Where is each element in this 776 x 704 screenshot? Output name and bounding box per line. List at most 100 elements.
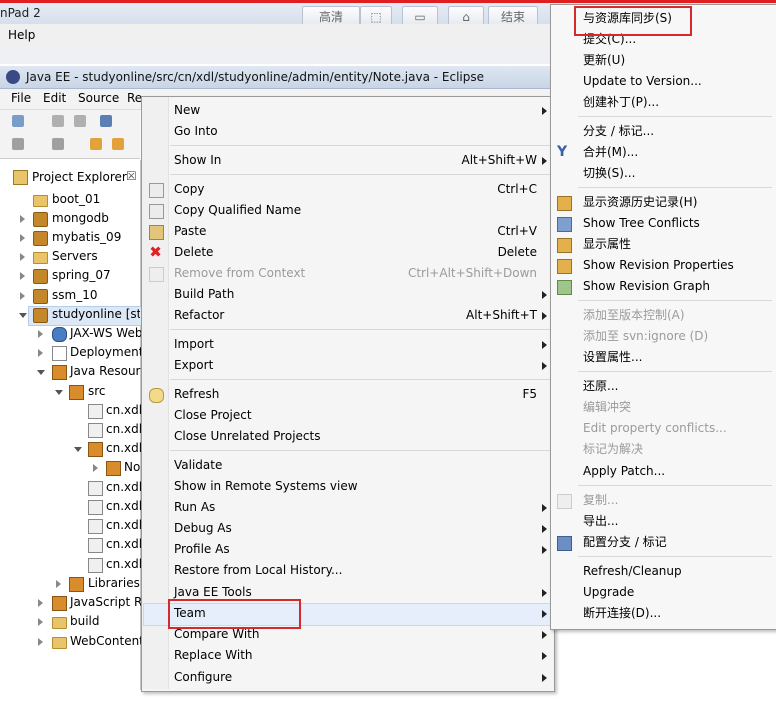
- java-file-icon: [106, 461, 121, 476]
- menu-item-refactor[interactable]: Refactor Alt+Shift+T: [141, 305, 553, 326]
- menu-item-profile-as[interactable]: Profile As: [141, 539, 553, 560]
- submenu-item-show-revision-properties[interactable]: Show Revision Properties: [551, 255, 775, 276]
- submenu-item-edit-conflicts[interactable]: 编辑冲突: [551, 397, 775, 418]
- menu-item-paste[interactable]: Paste Ctrl+V: [141, 221, 553, 242]
- submenu-item-show-tree-conflicts[interactable]: Show Tree Conflicts: [551, 213, 775, 234]
- submenu-item-add-to-svn-ignore[interactable]: 添加至 svn:ignore (D): [551, 326, 775, 347]
- menu-item-close-project[interactable]: Close Project: [141, 405, 553, 426]
- copy-qualified-name-icon: [149, 204, 164, 219]
- expand-icon[interactable]: [20, 253, 25, 261]
- menu-item-debug-as[interactable]: Debug As: [141, 518, 553, 539]
- menu-separator: [170, 174, 550, 175]
- menu-edit[interactable]: Edit: [43, 91, 66, 105]
- submenu-item-disconnect[interactable]: 断开连接(D)...: [551, 603, 775, 624]
- history-icon: [557, 196, 572, 211]
- close-icon[interactable]: ☒: [126, 169, 137, 183]
- menu-item-show-in[interactable]: Show In Alt+Shift+W: [141, 150, 553, 171]
- menu-item-new[interactable]: New: [141, 100, 553, 121]
- package-icon: [88, 442, 103, 457]
- expand-icon[interactable]: [20, 292, 25, 300]
- submenu-item-show-history[interactable]: 显示资源历史记录(H): [551, 192, 775, 213]
- submenu-item-add-to-version-control[interactable]: 添加至版本控制(A): [551, 305, 775, 326]
- expand-icon[interactable]: [20, 234, 25, 242]
- submenu-item-switch[interactable]: 切换(S)...: [551, 163, 775, 184]
- menu-item-copy-qualified-name[interactable]: Copy Qualified Name: [141, 200, 553, 221]
- submenu-item-create-patch[interactable]: 创建补丁(P)...: [551, 92, 775, 113]
- menu-item-remove-from-context[interactable]: Remove from Context Ctrl+Alt+Shift+Down: [141, 263, 553, 284]
- revision-graph-icon: [557, 280, 572, 295]
- save-all-icon[interactable]: [74, 115, 86, 127]
- next-annotation-icon[interactable]: [90, 138, 102, 150]
- submenu-item-edit-property-conflicts[interactable]: Edit property conflicts...: [551, 418, 775, 439]
- submenu-arrow-icon: [542, 674, 547, 682]
- expand-icon[interactable]: [38, 618, 43, 626]
- folder-icon: [33, 252, 48, 264]
- new-icon[interactable]: [12, 115, 24, 127]
- back-icon[interactable]: [112, 138, 124, 150]
- paste-icon: [149, 225, 164, 240]
- menu-item-run-as[interactable]: Run As: [141, 497, 553, 518]
- menu-source[interactable]: Source: [78, 91, 119, 105]
- help-menu[interactable]: Help: [8, 28, 35, 42]
- collapse-icon[interactable]: [55, 390, 63, 395]
- source-folder-icon: [69, 385, 84, 400]
- run-icon[interactable]: [52, 138, 64, 150]
- folder-icon: [52, 637, 67, 649]
- menu-file[interactable]: File: [11, 91, 31, 105]
- refresh-icon: [149, 388, 164, 403]
- submenu-item-configure-branch-tag[interactable]: 配置分支 / 标记: [551, 532, 775, 553]
- submenu-item-apply-patch[interactable]: Apply Patch...: [551, 461, 775, 482]
- collapse-icon[interactable]: [74, 447, 82, 452]
- submenu-item-copy[interactable]: 复制...: [551, 490, 775, 511]
- menu-item-close-unrelated-projects[interactable]: Close Unrelated Projects: [141, 426, 553, 447]
- submenu-arrow-icon: [542, 631, 547, 639]
- submenu-arrow-icon: [542, 610, 547, 618]
- project-icon: [33, 212, 48, 227]
- expand-icon[interactable]: [56, 580, 61, 588]
- menu-item-replace-with[interactable]: Replace With: [141, 645, 553, 666]
- expand-icon[interactable]: [38, 330, 43, 338]
- submenu-arrow-icon: [542, 589, 547, 597]
- submenu-item-show-properties[interactable]: 显示属性: [551, 234, 775, 255]
- menu-item-restore-local-history[interactable]: Restore from Local History...: [141, 560, 553, 581]
- expand-icon[interactable]: [38, 599, 43, 607]
- submenu-item-refresh-cleanup[interactable]: Refresh/Cleanup: [551, 561, 775, 582]
- submenu-item-mark-resolved[interactable]: 标记为解决: [551, 439, 775, 460]
- submenu-item-set-property[interactable]: 设置属性...: [551, 347, 775, 368]
- submenu-item-upgrade[interactable]: Upgrade: [551, 582, 775, 603]
- submenu-item-export[interactable]: 导出...: [551, 511, 775, 532]
- submenu-item-update-to-version[interactable]: Update to Version...: [551, 71, 775, 92]
- copy-icon: [557, 494, 572, 509]
- save-icon[interactable]: [52, 115, 64, 127]
- submenu-item-show-revision-graph[interactable]: Show Revision Graph: [551, 276, 775, 297]
- menu-item-export[interactable]: Export: [141, 355, 553, 376]
- menu-item-validate[interactable]: Validate: [141, 455, 553, 476]
- home-icon: ⌂: [462, 10, 470, 24]
- debug-icon[interactable]: [12, 138, 24, 150]
- submenu-item-branch-tag[interactable]: 分支 / 标记...: [551, 121, 775, 142]
- menu-item-delete[interactable]: ✖ Delete Delete: [141, 242, 553, 263]
- expand-icon[interactable]: [93, 464, 98, 472]
- menu-item-import[interactable]: Import: [141, 334, 553, 355]
- menu-refactor[interactable]: Refactor: [127, 91, 141, 105]
- submenu-item-merge[interactable]: Y 合并(M)...: [551, 142, 775, 163]
- background-window-title: nPad 2: [0, 6, 41, 20]
- package-icon: [88, 519, 103, 534]
- expand-icon[interactable]: [20, 272, 25, 280]
- expand-icon[interactable]: [38, 349, 43, 357]
- menu-item-refresh[interactable]: Refresh F5: [141, 384, 553, 405]
- project-explorer-title[interactable]: Project Explorer: [32, 170, 127, 184]
- submenu-item-revert[interactable]: 还原...: [551, 376, 775, 397]
- menu-item-build-path[interactable]: Build Path: [141, 284, 553, 305]
- menu-item-show-remote-systems[interactable]: Show in Remote Systems view: [141, 476, 553, 497]
- submenu-item-update[interactable]: 更新(U): [551, 50, 775, 71]
- menu-item-configure[interactable]: Configure: [141, 667, 553, 688]
- menu-item-copy[interactable]: Copy Ctrl+C: [141, 179, 553, 200]
- submenu-arrow-icon: [542, 525, 547, 533]
- expand-icon[interactable]: [20, 215, 25, 223]
- menu-item-go-into[interactable]: Go Into: [141, 121, 553, 142]
- collapse-icon[interactable]: [37, 370, 45, 375]
- print-icon[interactable]: [100, 115, 112, 127]
- expand-icon[interactable]: [38, 638, 43, 646]
- collapse-icon[interactable]: [19, 313, 27, 318]
